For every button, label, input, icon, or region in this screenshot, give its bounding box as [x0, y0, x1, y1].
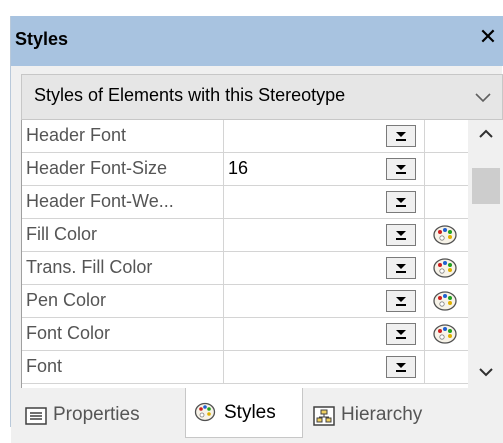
dropdown-arrow-icon [396, 330, 406, 339]
scroll-down-icon[interactable] [468, 358, 503, 388]
property-name: Header Font-We... [22, 186, 224, 218]
property-dropdown-button[interactable] [386, 323, 416, 345]
style-scope-dropdown[interactable]: Styles of Elements with this Stereotype [21, 74, 503, 120]
property-value[interactable] [224, 351, 384, 383]
style-scope-selected: Styles of Elements with this Stereotype [34, 85, 346, 105]
property-value[interactable]: 16 [224, 153, 384, 185]
window-titlebar[interactable]: Styles ✕ [11, 16, 503, 66]
dropdown-arrow-icon [396, 297, 406, 306]
property-value[interactable] [224, 285, 384, 317]
tab-styles-label: Styles [224, 402, 276, 423]
tab-hierarchy[interactable]: Hierarchy [307, 394, 457, 436]
property-dropdown-button[interactable] [386, 257, 416, 279]
property-name: Font Color [22, 318, 224, 350]
property-row[interactable]: Header Font-Size 16 [22, 153, 468, 186]
property-row[interactable]: Header Font [22, 120, 468, 153]
tab-properties-label: Properties [53, 404, 140, 425]
property-row[interactable]: Header Font-We... [22, 186, 468, 219]
property-name: Font [22, 351, 224, 383]
property-name: Trans. Fill Color [22, 252, 224, 284]
color-picker-icon[interactable] [432, 257, 458, 279]
properties-icon [25, 407, 47, 425]
hierarchy-icon [313, 406, 335, 426]
property-dropdown-button[interactable] [386, 158, 416, 180]
column-divider [424, 285, 425, 317]
property-dropdown-button[interactable] [386, 125, 416, 147]
property-name: Pen Color [22, 285, 224, 317]
chevron-down-icon [475, 93, 491, 103]
scrollbar-thumb[interactable] [472, 168, 500, 204]
property-name: Header Font-Size [22, 153, 224, 185]
style-property-grid: Header Font Header Font-Size 16 Header Font… [21, 120, 503, 388]
window-title: Styles [15, 29, 69, 49]
column-divider [424, 318, 425, 350]
vertical-scrollbar[interactable] [468, 120, 503, 388]
property-row[interactable]: Pen Color [22, 285, 468, 318]
column-divider [424, 351, 425, 383]
column-divider [424, 186, 425, 218]
property-row[interactable]: Trans. Fill Color [22, 252, 468, 285]
property-dropdown-button[interactable] [386, 356, 416, 378]
property-value[interactable] [224, 186, 384, 218]
tab-hierarchy-label: Hierarchy [341, 404, 423, 425]
dropdown-arrow-icon [396, 165, 406, 174]
styles-window: Styles ✕ Styles of Elements with this St… [10, 16, 503, 443]
dropdown-arrow-icon [396, 363, 406, 372]
tab-styles[interactable]: Styles [185, 388, 303, 438]
tab-properties[interactable]: Properties [19, 394, 185, 436]
property-dropdown-button[interactable] [386, 290, 416, 312]
property-name: Fill Color [22, 219, 224, 251]
property-value[interactable] [224, 252, 384, 284]
close-icon[interactable]: ✕ [477, 26, 499, 50]
scroll-up-icon[interactable] [468, 120, 503, 150]
property-dropdown-button[interactable] [386, 191, 416, 213]
property-row[interactable]: Font [22, 351, 468, 384]
color-picker-icon[interactable] [432, 224, 458, 246]
dropdown-arrow-icon [396, 264, 406, 273]
palette-icon [194, 402, 216, 422]
color-picker-icon[interactable] [432, 323, 458, 345]
property-name: Header Font [22, 120, 224, 152]
dropdown-arrow-icon [396, 132, 406, 141]
column-divider [424, 252, 425, 284]
property-value[interactable] [224, 318, 384, 350]
column-divider [424, 120, 425, 152]
property-value[interactable] [224, 120, 384, 152]
property-row[interactable]: Font Color [22, 318, 468, 351]
column-divider [424, 219, 425, 251]
property-row[interactable]: Fill Color [22, 219, 468, 252]
color-picker-icon[interactable] [432, 290, 458, 312]
property-dropdown-button[interactable] [386, 224, 416, 246]
tab-bar: Properties Styles Hierarchy [11, 388, 503, 443]
property-value[interactable] [224, 219, 384, 251]
dropdown-arrow-icon [396, 198, 406, 207]
dropdown-arrow-icon [396, 231, 406, 240]
column-divider [424, 153, 425, 185]
